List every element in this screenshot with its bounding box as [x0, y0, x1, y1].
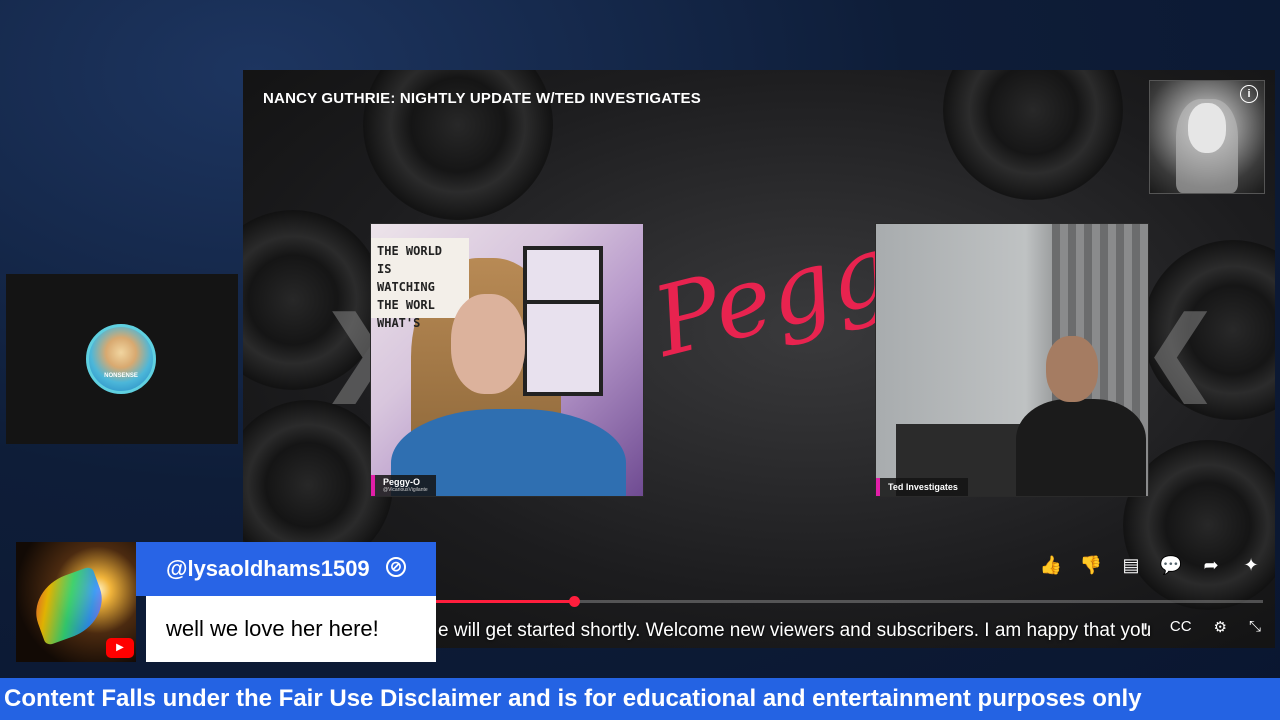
chat-username-text: @lysaoldhams1509 [166, 556, 370, 581]
channel-avatar: NONSENSE [86, 324, 156, 394]
sign-line: THE WORL [377, 298, 435, 312]
sparkle-icon[interactable]: ✦ [1239, 553, 1263, 577]
rose-decoration [943, 70, 1123, 200]
disclaimer-banner: Content Falls under the Fair Use Disclai… [0, 678, 1280, 720]
progress-bar[interactable] [423, 596, 1263, 607]
guest-face [1046, 336, 1098, 402]
verified-icon: ⊘ [386, 557, 406, 577]
sign-line: WHAT'S [377, 316, 421, 330]
player-controls: ⏸ CC ⚙ ⤡ [1140, 618, 1261, 636]
chevron-left-decoration: ❮ [1143, 301, 1219, 401]
chat-username: @lysaoldhams1509 ⊘ [136, 542, 436, 596]
guest-camera-right: Ted Investigates [875, 223, 1149, 497]
guest-nameplate-left: Peggy-O @VicariousVigilante [371, 475, 436, 496]
brand-script-text: Peggy- [643, 190, 988, 379]
chat-highlight-card: ▶ @lysaoldhams1509 ⊘ well we love her he… [16, 542, 436, 662]
fullscreen-icon[interactable]: ⤡ [1249, 618, 1261, 636]
share-icon[interactable]: ➦ [1199, 553, 1223, 577]
sign-line: WATCHING [377, 280, 435, 294]
video-title[interactable]: NANCY GUTHRIE: NIGHTLY UPDATE W/TED INVE… [263, 90, 701, 107]
guest-body [1016, 399, 1146, 496]
pause-icon[interactable]: ⏸ [1140, 618, 1148, 636]
guest-handle: @VicariousVigilante [383, 487, 428, 493]
guest-name: Peggy-O [383, 477, 421, 487]
progress-scrubber[interactable] [569, 596, 581, 607]
channel-avatar-panel: NONSENSE [6, 274, 238, 444]
progress-fill [423, 600, 575, 603]
dislike-icon[interactable]: 👎 [1079, 553, 1103, 577]
guest-camera-left: THE WORLD IS WATCHING THE WORL WHAT'S Pe… [370, 223, 644, 497]
hummingbird-image [25, 565, 113, 647]
background-shelf [523, 246, 603, 396]
info-icon[interactable]: i [1240, 85, 1258, 103]
settings-icon[interactable]: ⚙ [1214, 618, 1227, 636]
thumbnail-face [1188, 103, 1226, 153]
comment-icon[interactable]: ▤ [1119, 553, 1143, 577]
background-sign: THE WORLD IS WATCHING THE WORL WHAT'S [371, 238, 469, 330]
guest-face [451, 294, 525, 394]
guest-nameplate-right: Ted Investigates [876, 478, 968, 496]
channel-thumbnail[interactable]: i [1149, 80, 1265, 194]
cc-icon[interactable]: CC [1170, 618, 1192, 636]
chat-message: well we love her here! [146, 596, 436, 662]
sign-line: THE WORLD IS [377, 244, 443, 276]
channel-avatar-label: NONSENSE [104, 373, 138, 379]
like-icon[interactable]: 👍 [1039, 553, 1063, 577]
chat-icon[interactable]: 💬 [1159, 553, 1183, 577]
video-actions: 👍 👎 ▤ 💬 ➦ ✦ [1039, 553, 1263, 577]
youtube-icon: ▶ [106, 638, 134, 658]
chat-user-avatar: ▶ [16, 542, 136, 662]
guest-name: Ted Investigates [888, 482, 958, 492]
